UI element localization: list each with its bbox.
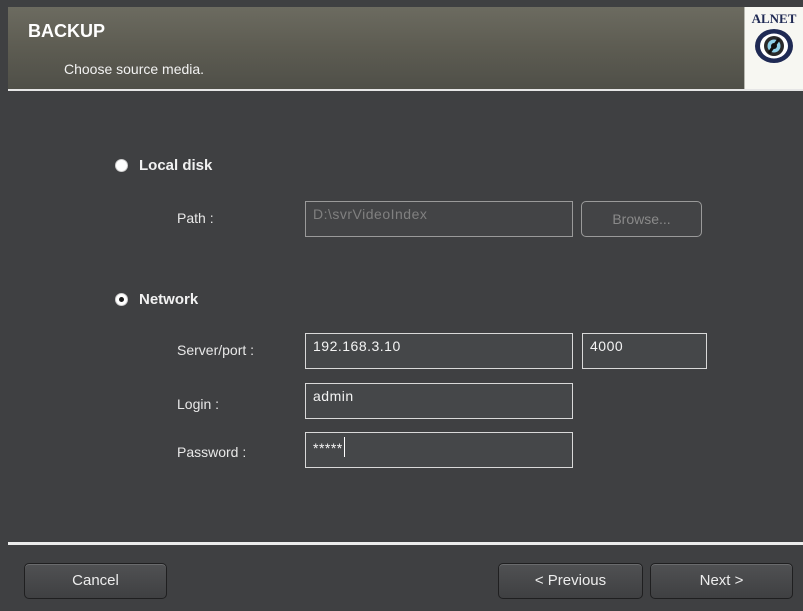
login-field[interactable]: admin bbox=[305, 383, 573, 419]
password-value: ***** bbox=[313, 440, 343, 456]
network-label: Network bbox=[139, 291, 199, 308]
source-media-panel: Local disk Path : D:\svrVideoIndex Brows… bbox=[8, 91, 803, 542]
browse-button[interactable]: Browse... bbox=[581, 201, 702, 237]
previous-button[interactable]: < Previous bbox=[498, 563, 643, 599]
network-radio[interactable] bbox=[115, 293, 128, 306]
cancel-button[interactable]: Cancel bbox=[24, 563, 167, 599]
wizard-footer: Cancel < Previous Next > bbox=[8, 545, 803, 611]
password-label: Password : bbox=[177, 444, 247, 460]
port-field[interactable]: 4000 bbox=[582, 333, 707, 369]
wizard-header: BACKUP Choose source media. ALNET bbox=[8, 7, 803, 91]
password-field[interactable]: ***** bbox=[305, 432, 573, 468]
logo-text: ALNET bbox=[751, 11, 797, 26]
path-field[interactable]: D:\svrVideoIndex bbox=[305, 201, 573, 237]
next-button[interactable]: Next > bbox=[650, 563, 793, 599]
path-label: Path : bbox=[177, 210, 214, 226]
page-subtitle: Choose source media. bbox=[64, 61, 205, 77]
local-disk-label: Local disk bbox=[139, 157, 213, 174]
page-title: BACKUP bbox=[28, 21, 106, 41]
server-address-field[interactable]: 192.168.3.10 bbox=[305, 333, 573, 369]
text-cursor bbox=[343, 437, 345, 457]
alnet-logo: ALNET bbox=[744, 7, 803, 89]
login-label: Login : bbox=[177, 396, 220, 412]
eye-lens-icon bbox=[755, 29, 793, 63]
server-port-label: Server/port : bbox=[177, 342, 255, 358]
local-disk-radio[interactable] bbox=[115, 159, 128, 172]
local-disk-option[interactable]: Local disk bbox=[115, 157, 212, 174]
network-option[interactable]: Network bbox=[115, 291, 198, 308]
